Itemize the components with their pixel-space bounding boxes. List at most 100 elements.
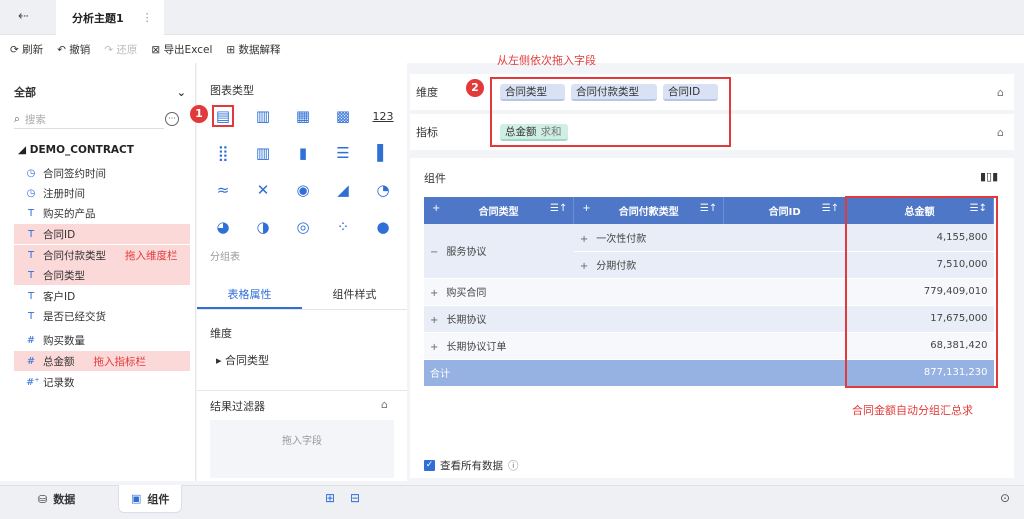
component-icon: ▣ [131, 492, 142, 505]
bar-chart-icon[interactable]: ▮ [292, 142, 314, 164]
lock-icon[interactable]: ⌂ [997, 126, 1004, 139]
header-label: 合同付款类型 [618, 207, 679, 218]
scatter-icon[interactable]: ⁘ [332, 216, 354, 238]
redo-button[interactable]: ↷ 还原 [104, 42, 137, 57]
refresh-button[interactable]: ⟳ 刷新 [10, 42, 43, 57]
annotation-drag-fields: 从左侧依次拖入字段 [497, 54, 596, 67]
cell-text: 一次性付款 [596, 233, 647, 245]
cell-contract-type: + 长期协议 [424, 305, 846, 333]
data-explain-button[interactable]: ⊞ 数据解释 [226, 42, 280, 57]
field-item[interactable]: ◷ 注册时间 [14, 183, 190, 203]
column-icon[interactable]: ▥ [252, 142, 274, 164]
field-filter-select[interactable]: 全部 ⌄ [14, 81, 186, 103]
number-card-icon[interactable]: 123 [372, 105, 394, 127]
more-icon[interactable]: ⋮ [142, 11, 153, 24]
cell-contract-type: − 服务协议 [424, 224, 574, 279]
divider [197, 390, 407, 391]
cell-contract-type: + 长期协议订单 [424, 332, 846, 360]
map-icon[interactable]: ◉ [292, 179, 314, 201]
exit-icon[interactable]: ⇠ [18, 9, 29, 24]
header-contract-id[interactable]: 合同ID ☰↑ [723, 197, 847, 224]
stacked-column-icon[interactable]: ⣿ [212, 142, 234, 164]
range-icon[interactable]: ▌ [372, 142, 394, 164]
field-item[interactable]: ◷ 合同签约时间 [14, 163, 190, 183]
field-type-icon: ◷ [26, 167, 36, 179]
field-item[interactable]: T 购买的产品 [14, 203, 190, 223]
header-contract-type[interactable]: + 合同类型 ☰↑ [424, 197, 575, 224]
annotation-drag-note: 拖入指标栏 [93, 355, 147, 368]
globe-icon[interactable]: ◎ [292, 216, 314, 238]
component-title: 组件 [424, 172, 446, 185]
area-icon[interactable]: ◢ [332, 179, 354, 201]
total-label: 合计 [424, 359, 846, 387]
search-input[interactable]: ⌕ 搜索 [14, 111, 164, 129]
grouped-table-icon[interactable]: ▤ [212, 105, 234, 127]
tab-component-style[interactable]: 组件样式 [302, 282, 407, 309]
field-item[interactable]: T 客户ID [14, 286, 190, 306]
measure-label: 指标 [416, 126, 438, 139]
lock-icon[interactable]: ⌂ [381, 398, 388, 411]
radar-icon[interactable]: ✕ [252, 179, 274, 201]
tab-data[interactable]: ⛁ 数据 [38, 485, 75, 513]
more-options-icon[interactable]: ··· [165, 112, 179, 126]
cell-text: 长期协议 [446, 315, 487, 326]
filter-drop-zone[interactable]: 拖入字段 [210, 420, 394, 478]
export-excel-button[interactable]: ⊠ 导出Excel [151, 42, 212, 57]
tab-table-properties[interactable]: 表格属性 [197, 282, 302, 309]
gauge-icon[interactable]: ◔ [372, 179, 394, 201]
cell-payment-type: + 一次性付款 [573, 224, 724, 252]
collapse-icon[interactable]: ⊙ [1000, 491, 1010, 505]
field-item[interactable]: T 是否已经交货 [14, 306, 190, 326]
field-type-icon: T [27, 310, 35, 322]
dimension-section-title: 维度 [210, 327, 232, 340]
group-table-label: 分组表 [210, 252, 240, 263]
field-item[interactable]: T 合同ID [14, 224, 190, 244]
kpi-icon[interactable]: ▩ [332, 105, 354, 127]
field-item[interactable]: # 购买数量 [14, 330, 190, 350]
info-icon[interactable]: ⓘ [508, 458, 519, 473]
pie-icon[interactable]: ◕ [212, 216, 234, 238]
undo-button[interactable]: ↶ 撤销 [57, 42, 90, 57]
search-placeholder: 搜索 [24, 114, 46, 126]
show-all-label: 查看所有数据 [440, 460, 503, 472]
annotation-drag-note: 拖入维度栏 [125, 249, 178, 262]
field-type-icon: # [26, 355, 36, 367]
database-icon: ⛁ [38, 492, 48, 506]
cell-contract-type: + 购买合同 [424, 278, 846, 306]
tab-title: 分析主题1 [72, 11, 124, 25]
undo-label: 撤销 [69, 43, 91, 56]
cell-text: 长期协议订单 [446, 342, 507, 353]
refresh-label: 刷新 [22, 43, 44, 56]
field-label: 注册时间 [43, 187, 85, 200]
field-label: 合同ID [43, 228, 76, 241]
field-label: 购买数量 [43, 334, 85, 347]
dataset-name[interactable]: ◢ DEMO_CONTRACT [18, 144, 134, 156]
line-icon[interactable]: ≈ [212, 179, 234, 201]
tab-analysis-subject[interactable]: 分析主题1 ⋮ [56, 0, 164, 35]
cell-text: 服务协议 [446, 247, 487, 259]
header-label: 合同类型 [478, 207, 519, 218]
field-type-icon: ◷ [26, 187, 36, 199]
field-type-icon: #⁺ [26, 376, 40, 388]
detail-table-icon[interactable]: ▦ [292, 105, 314, 127]
lock-icon[interactable]: ⌂ [997, 86, 1004, 99]
annotation-box-amount [845, 196, 998, 388]
field-type-icon: # [26, 334, 36, 346]
dimension-item[interactable]: ▸ 合同类型 [216, 352, 269, 368]
crosstab-icon[interactable]: ▥ [252, 105, 274, 127]
field-item[interactable]: # 总金额 拖入指标栏 [14, 351, 190, 371]
field-item[interactable]: #⁺ 记录数 [14, 372, 190, 392]
component-tab-label: 组件 [147, 492, 170, 506]
field-label: 是否已经交货 [43, 310, 106, 323]
field-item[interactable]: T 合同类型 [14, 265, 190, 285]
tab-component[interactable]: ▣ 组件 [118, 485, 183, 513]
add-component-icon[interactable]: ⊞ [325, 491, 335, 505]
barcode-icon[interactable]: ▮▯▮ [980, 170, 998, 183]
multi-bar-icon[interactable]: ☰ [332, 142, 354, 164]
field-item[interactable]: T 合同付款类型 拖入维度栏 [14, 245, 190, 265]
header-payment-type[interactable]: + 合同付款类型 ☰↑ [573, 197, 725, 224]
add-dashboard-icon[interactable]: ⊟ [350, 491, 360, 505]
bubble-icon[interactable]: ● [372, 216, 394, 238]
rose-icon[interactable]: ◑ [252, 216, 274, 238]
show-all-data-checkbox[interactable]: ✓ 查看所有数据 ⓘ [424, 458, 519, 473]
